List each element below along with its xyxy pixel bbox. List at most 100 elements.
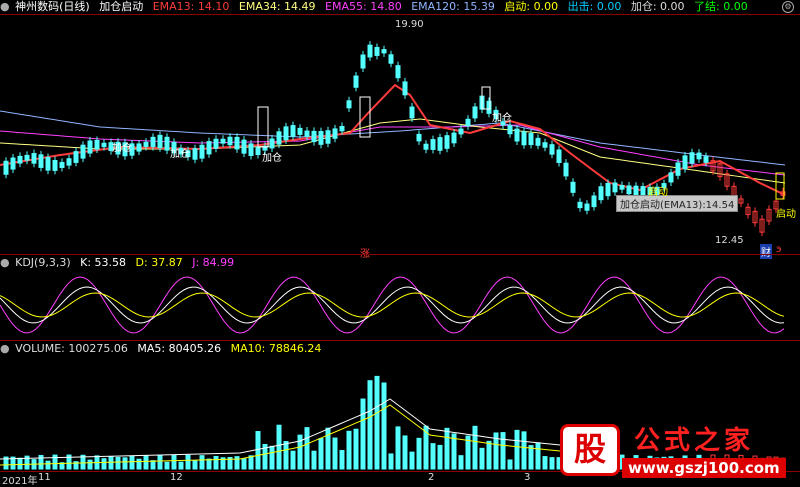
volume-bar — [332, 437, 338, 470]
volume-bar — [402, 435, 408, 470]
candlestick — [150, 136, 156, 148]
volume-bar — [528, 445, 534, 470]
candlestick — [304, 130, 310, 138]
low-price-label: 12.45 — [715, 235, 744, 246]
collapse-toggle-icon[interactable]: ● — [0, 256, 10, 269]
settings-icon[interactable]: ⚙ — [782, 1, 794, 13]
volume-bar — [157, 454, 163, 470]
candlestick — [318, 131, 324, 145]
volume-bar — [87, 459, 93, 470]
candlestick — [332, 128, 338, 139]
volume-bar — [248, 455, 254, 470]
candlestick — [549, 144, 555, 155]
candlestick — [556, 149, 562, 164]
price-chart-panel[interactable]: 19.90 12.45 加仓启动(EMA13):14.54 涨 财 э 加仓 加… — [0, 14, 800, 260]
volume-bar — [206, 458, 212, 470]
candlestick — [283, 126, 289, 141]
kdj-k-line — [0, 286, 785, 324]
candlestick — [689, 152, 695, 164]
candlestick — [367, 44, 373, 58]
volume-bar — [269, 445, 275, 470]
volume-bar — [395, 426, 401, 470]
candlestick — [31, 153, 37, 164]
candlestick — [136, 143, 142, 152]
kdj-j-line — [0, 276, 785, 334]
volume-bar — [339, 449, 345, 470]
volume-ma5-readout: MA5: 80405.26 — [137, 342, 222, 355]
volume-bar — [479, 447, 485, 470]
candlestick — [535, 137, 541, 146]
axis-label-dec: 12 — [170, 472, 183, 483]
candlestick — [3, 160, 9, 175]
collapse-toggle-icon[interactable]: ● — [0, 342, 10, 355]
candlestick — [87, 140, 93, 154]
candlestick — [374, 46, 380, 56]
candlestick — [542, 142, 548, 148]
candlestick — [444, 135, 450, 149]
volume-bar — [444, 427, 450, 470]
site-watermark: 股 公式之家 www.gszj100.com — [560, 420, 790, 480]
candlestick — [325, 130, 331, 144]
volume-bar — [234, 456, 240, 470]
volume-bar — [353, 428, 359, 470]
candlestick — [626, 185, 632, 195]
candlestick — [164, 136, 170, 151]
site-url: www.gszj100.com — [622, 458, 786, 478]
volume-bar — [255, 431, 261, 470]
candlestick — [395, 65, 401, 79]
candlestick — [24, 154, 30, 161]
indicator-header: ● 神州数码(日线) 加仓启动 EMA13: 14.10 EMA34: 14.4… — [0, 0, 800, 14]
candlestick — [255, 146, 261, 156]
volume-bar — [122, 457, 128, 470]
candlestick — [199, 144, 205, 159]
volume-bar — [458, 455, 464, 470]
candlestick — [101, 142, 107, 148]
kdj-d-readout: D: 37.87 — [135, 256, 183, 269]
volume-bar — [388, 453, 394, 470]
ema-tooltip: 加仓启动(EMA13):14.54 — [616, 195, 739, 212]
stock-title: 神州数码(日线) — [15, 0, 90, 13]
volume-bar — [192, 460, 198, 470]
axis-label-year: 2021年 — [2, 476, 38, 487]
ema120-readout: EMA120: 15.39 — [411, 0, 495, 13]
candlestick — [73, 151, 79, 163]
candlestick — [598, 186, 604, 201]
volume-bar — [416, 437, 422, 470]
volume-ma10-readout: MA10: 78846.24 — [230, 342, 322, 355]
candlestick — [360, 54, 366, 69]
candlestick — [213, 138, 219, 149]
candlestick — [605, 182, 611, 197]
volume-bar — [549, 457, 555, 470]
candlestick — [703, 156, 709, 163]
candlestick — [339, 126, 345, 132]
candlestick — [346, 100, 352, 109]
collapse-toggle-icon[interactable]: ● — [0, 0, 10, 13]
volume-bar — [108, 456, 114, 470]
volume-bar — [486, 440, 492, 470]
kdj-panel[interactable]: ● KDJ(9,3,3) K: 53.58 D: 37.87 J: 84.99 — [0, 254, 800, 341]
volume-bar — [17, 457, 23, 470]
candlestick — [577, 201, 583, 209]
chuji-readout: 出击: 0.00 — [567, 0, 622, 13]
candlestick — [143, 141, 149, 148]
candlestick — [668, 172, 674, 183]
volume-bar — [346, 430, 352, 470]
volume-bar — [276, 424, 282, 470]
candlestick-chart[interactable] — [0, 15, 800, 255]
volume-bar — [367, 380, 373, 470]
volume-bar — [129, 455, 135, 470]
ema34-readout: EMA34: 14.49 — [238, 0, 316, 13]
candlestick — [423, 143, 429, 150]
candlestick — [157, 134, 163, 149]
axis-label-feb: 2 — [428, 472, 435, 483]
candlestick — [248, 143, 254, 156]
volume-bar — [437, 444, 443, 470]
jiacang-readout: 加仓: 0.00 — [630, 0, 685, 13]
volume-readout: VOLUME: 100275.06 — [15, 342, 128, 355]
candlestick — [80, 144, 86, 159]
volume-bar — [164, 461, 170, 470]
volume-bar — [150, 460, 156, 470]
candlestick — [276, 131, 282, 145]
candlestick — [563, 162, 569, 177]
ema55-readout: EMA55: 14.80 — [325, 0, 402, 13]
